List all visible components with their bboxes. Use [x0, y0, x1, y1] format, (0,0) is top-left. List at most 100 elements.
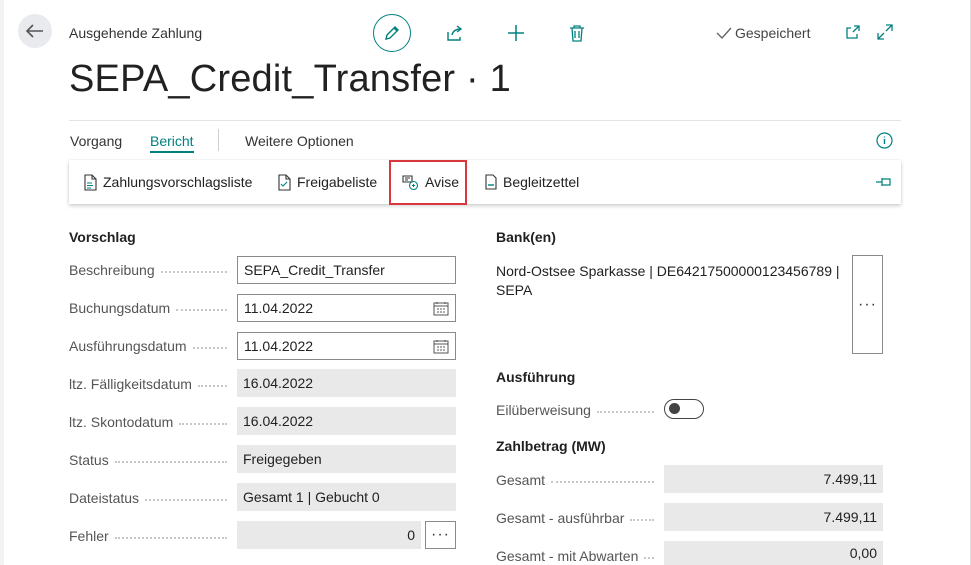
- delete-button[interactable]: [566, 22, 588, 44]
- plus-icon: [508, 25, 524, 41]
- toolbar-item-label: Freigabeliste: [297, 174, 378, 190]
- leader-dots: [160, 271, 227, 273]
- field-label-gesamt-ausfuehrbar: Gesamt - ausführbar: [496, 510, 664, 526]
- field-label-eilueberweisung: Eilüberweisung: [496, 402, 664, 418]
- back-button[interactable]: [18, 14, 52, 48]
- input-value: Freigegeben: [243, 451, 322, 467]
- gesamt-value: 7.499,11: [664, 465, 883, 493]
- leader-dots: [596, 411, 654, 413]
- report-action-bar: Zahlungsvorschlagsliste Freigabeliste Av…: [69, 160, 901, 204]
- input-value: 16.04.2022: [243, 375, 314, 391]
- label-text: Beschreibung: [69, 262, 155, 278]
- edit-button[interactable]: [373, 14, 411, 52]
- info-button[interactable]: [875, 131, 893, 149]
- tab-bericht[interactable]: Bericht: [150, 133, 194, 153]
- section-title-ausfuehrung: Ausführung: [496, 369, 576, 385]
- field-label-beschreibung: Beschreibung: [69, 262, 237, 278]
- open-new-window-button[interactable]: [843, 22, 863, 42]
- highlight-frame: [389, 160, 467, 205]
- skontodatum-value: 16.04.2022: [237, 407, 456, 435]
- field-label-ausfuehrungsdatum: Ausführungsdatum: [69, 338, 237, 354]
- share-button[interactable]: [443, 22, 465, 44]
- approval-list-icon: [278, 173, 291, 191]
- begleitzettel-button[interactable]: Begleitzettel: [485, 160, 579, 204]
- gesamt-mit-abwarten-value: 0,00: [664, 541, 883, 565]
- checkmark-icon: [716, 27, 732, 40]
- label-text: Eilüberweisung: [496, 402, 591, 418]
- label-text: Dateistatus: [69, 490, 140, 506]
- input-value: 0,00: [849, 545, 877, 561]
- input-value: 7.499,11: [823, 471, 877, 487]
- section-title-vorschlag: Vorschlag: [69, 229, 136, 245]
- cover-sheet-icon: [485, 174, 497, 190]
- bank-line-2: SEPA: [496, 282, 533, 298]
- eilueberweisung-toggle[interactable]: [664, 399, 704, 419]
- header-divider: [69, 120, 901, 121]
- pin-icon: [876, 178, 891, 186]
- tab-vorgang[interactable]: Vorgang: [70, 133, 122, 149]
- report-document-icon: [84, 173, 97, 191]
- toolbar-item-label: Begleitzettel: [503, 174, 580, 190]
- expand-button[interactable]: [875, 22, 895, 42]
- gesamt-ausfuehrbar-value: 7.499,11: [664, 503, 883, 531]
- section-title-bank: Bank(en): [496, 229, 556, 245]
- saved-status: Gespeichert: [716, 25, 810, 41]
- info-icon: [875, 131, 893, 149]
- share-icon: [447, 25, 463, 41]
- dateistatus-value: Gesamt 1 | Gebucht 0: [237, 483, 456, 511]
- input-value: Gesamt 1 | Gebucht 0: [243, 489, 380, 505]
- status-value: Freigegeben: [237, 445, 456, 473]
- bank-more-button[interactable]: ···: [852, 255, 883, 354]
- calendar-icon[interactable]: [433, 301, 449, 316]
- buchungsdatum-input[interactable]: 11.04.2022: [237, 294, 456, 322]
- saved-label: Gespeichert: [735, 25, 811, 41]
- trash-icon: [570, 25, 584, 42]
- label-text: ltz. Fälligkeitsdatum: [69, 376, 192, 392]
- new-button[interactable]: [505, 22, 527, 44]
- label-text: Ausführungsdatum: [69, 338, 187, 354]
- label-text: Gesamt - mit Abwarten: [496, 548, 639, 564]
- field-label-skontodatum: ltz. Skontodatum: [69, 414, 237, 430]
- pencil-icon: [385, 26, 399, 40]
- leader-dots: [644, 557, 654, 559]
- bank-line-1: Nord-Ostsee Sparkasse | DE64217500000123…: [496, 263, 840, 279]
- toggle-knob: [669, 403, 680, 414]
- label-text: Buchungsdatum: [69, 300, 171, 316]
- field-label-fehler: Fehler: [69, 528, 237, 544]
- label-text: Status: [69, 452, 109, 468]
- leader-dots: [114, 461, 227, 463]
- label-text: ltz. Skontodatum: [69, 414, 174, 430]
- tab-weitere-optionen[interactable]: Weitere Optionen: [245, 133, 354, 149]
- arrow-left-icon: [26, 24, 43, 38]
- leader-dots: [197, 385, 227, 387]
- leader-dots: [192, 347, 227, 349]
- freigabeliste-button[interactable]: Freigabeliste: [278, 160, 377, 204]
- calendar-icon[interactable]: [433, 339, 449, 354]
- input-value: 7.499,11: [823, 509, 877, 525]
- faelligkeitsdatum-value: 16.04.2022: [237, 369, 456, 397]
- ausfuehrungsdatum-input[interactable]: 11.04.2022: [237, 332, 456, 360]
- leader-dots: [551, 481, 654, 483]
- pin-button[interactable]: [875, 160, 893, 204]
- window-left-edge: [0, 0, 4, 565]
- field-label-status: Status: [69, 452, 237, 468]
- leader-dots: [145, 499, 227, 501]
- input-value: 16.04.2022: [243, 413, 314, 429]
- label-text: Gesamt: [496, 472, 546, 488]
- label-text: Fehler: [69, 528, 109, 544]
- field-label-gesamt: Gesamt: [496, 472, 664, 488]
- field-label-buchungsdatum: Buchungsdatum: [69, 300, 237, 316]
- leader-dots: [176, 309, 227, 311]
- zahlungsvorschlagsliste-button[interactable]: Zahlungsvorschlagsliste: [84, 160, 252, 204]
- input-value: SEPA_Credit_Transfer: [244, 262, 385, 278]
- open-new-window-icon: [846, 25, 860, 39]
- input-value: 11.04.2022: [244, 300, 314, 316]
- page-caption: Ausgehende Zahlung: [69, 25, 203, 41]
- section-title-zahlbetrag: Zahlbetrag (MW): [496, 438, 606, 454]
- leader-dots: [630, 519, 654, 521]
- leader-dots: [179, 423, 227, 425]
- input-value: 0: [407, 527, 415, 543]
- fehler-more-button[interactable]: ···: [425, 521, 456, 549]
- field-label-gesamt-mit-abwarten: Gesamt - mit Abwarten: [496, 548, 664, 564]
- beschreibung-input[interactable]: SEPA_Credit_Transfer: [237, 256, 456, 284]
